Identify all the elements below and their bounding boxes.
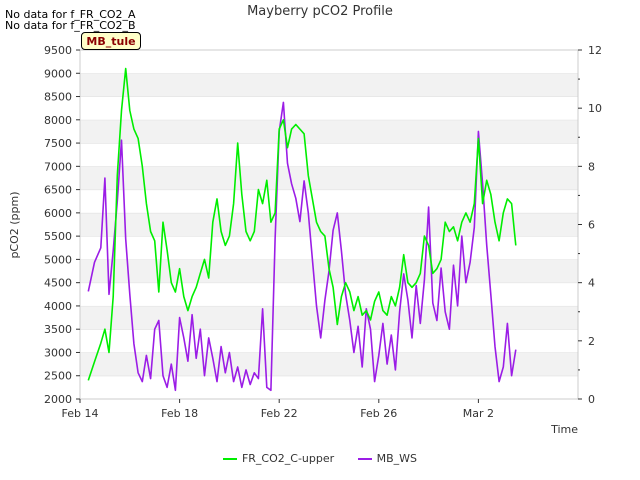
grid-band — [80, 143, 578, 167]
legend-item-ws[interactable]: MB_WS — [357, 452, 418, 465]
legend: FR_CO2_C-upper MB_WS — [0, 452, 640, 465]
y-tick-label: 8000 — [44, 114, 72, 127]
y-tick-label: 5500 — [44, 230, 72, 243]
x-tick-label: Feb 14 — [62, 407, 99, 420]
y2-tick-label: 0 — [588, 393, 595, 406]
grid-band — [80, 282, 578, 306]
y-tick-label: 4000 — [44, 300, 72, 313]
chart-canvas: 2000 2500 3000 3500 4000 4500 5000 5500 6000 6500… — [8, 44, 602, 436]
site-tag: MB_tule — [81, 32, 141, 50]
y2-tick-label: 12 — [588, 44, 602, 57]
y-tick-label: 5000 — [44, 253, 72, 266]
legend-swatch-co2 — [222, 458, 237, 460]
y-tick-label: 7500 — [44, 137, 72, 150]
grid-band — [80, 305, 578, 330]
grid-band — [80, 73, 578, 97]
grid-band — [80, 50, 578, 74]
grid-bands — [80, 49, 578, 399]
y2-tick-label: 8 — [588, 160, 595, 173]
legend-swatch-ws — [357, 458, 372, 460]
y2-tick-label: 2 — [588, 335, 595, 348]
y-tick-label: 2000 — [44, 393, 72, 406]
legend-label-ws: MB_WS — [376, 452, 418, 465]
y-axis-label: pCO2 (ppm) — [8, 191, 21, 258]
y2-tick-label: 6 — [588, 219, 595, 232]
grid-band — [80, 96, 578, 120]
y-tick-label: 8500 — [44, 91, 72, 104]
y-tick-label: 9500 — [44, 44, 72, 57]
y-tick-label: 3500 — [44, 323, 72, 336]
legend-item-co2[interactable]: FR_CO2_C-upper — [222, 452, 335, 465]
y2-tick-label: 4 — [588, 277, 595, 290]
y-tick-label: 6000 — [44, 207, 72, 220]
legend-label-co2: FR_CO2_C-upper — [241, 452, 335, 465]
grid-band — [80, 189, 578, 213]
y-tick-label: 6500 — [44, 184, 72, 197]
x-tick-label: Feb 26 — [360, 407, 397, 420]
x-axis-label: Time — [550, 423, 578, 436]
y2-tick-label: 10 — [588, 102, 602, 115]
grid-band — [80, 375, 578, 399]
y-tick-label: 3000 — [44, 346, 72, 359]
x-tick-label: Mar 2 — [463, 407, 494, 420]
grid-band — [80, 166, 578, 190]
y-tick-label: 9000 — [44, 67, 72, 80]
x-tick-label: Feb 22 — [261, 407, 298, 420]
y-tick-label: 2500 — [44, 370, 72, 383]
y-tick-label: 7000 — [44, 160, 72, 173]
y-tick-label: 4500 — [44, 277, 72, 290]
grid-band — [80, 119, 578, 144]
x-tick-label: Feb 18 — [161, 407, 198, 420]
